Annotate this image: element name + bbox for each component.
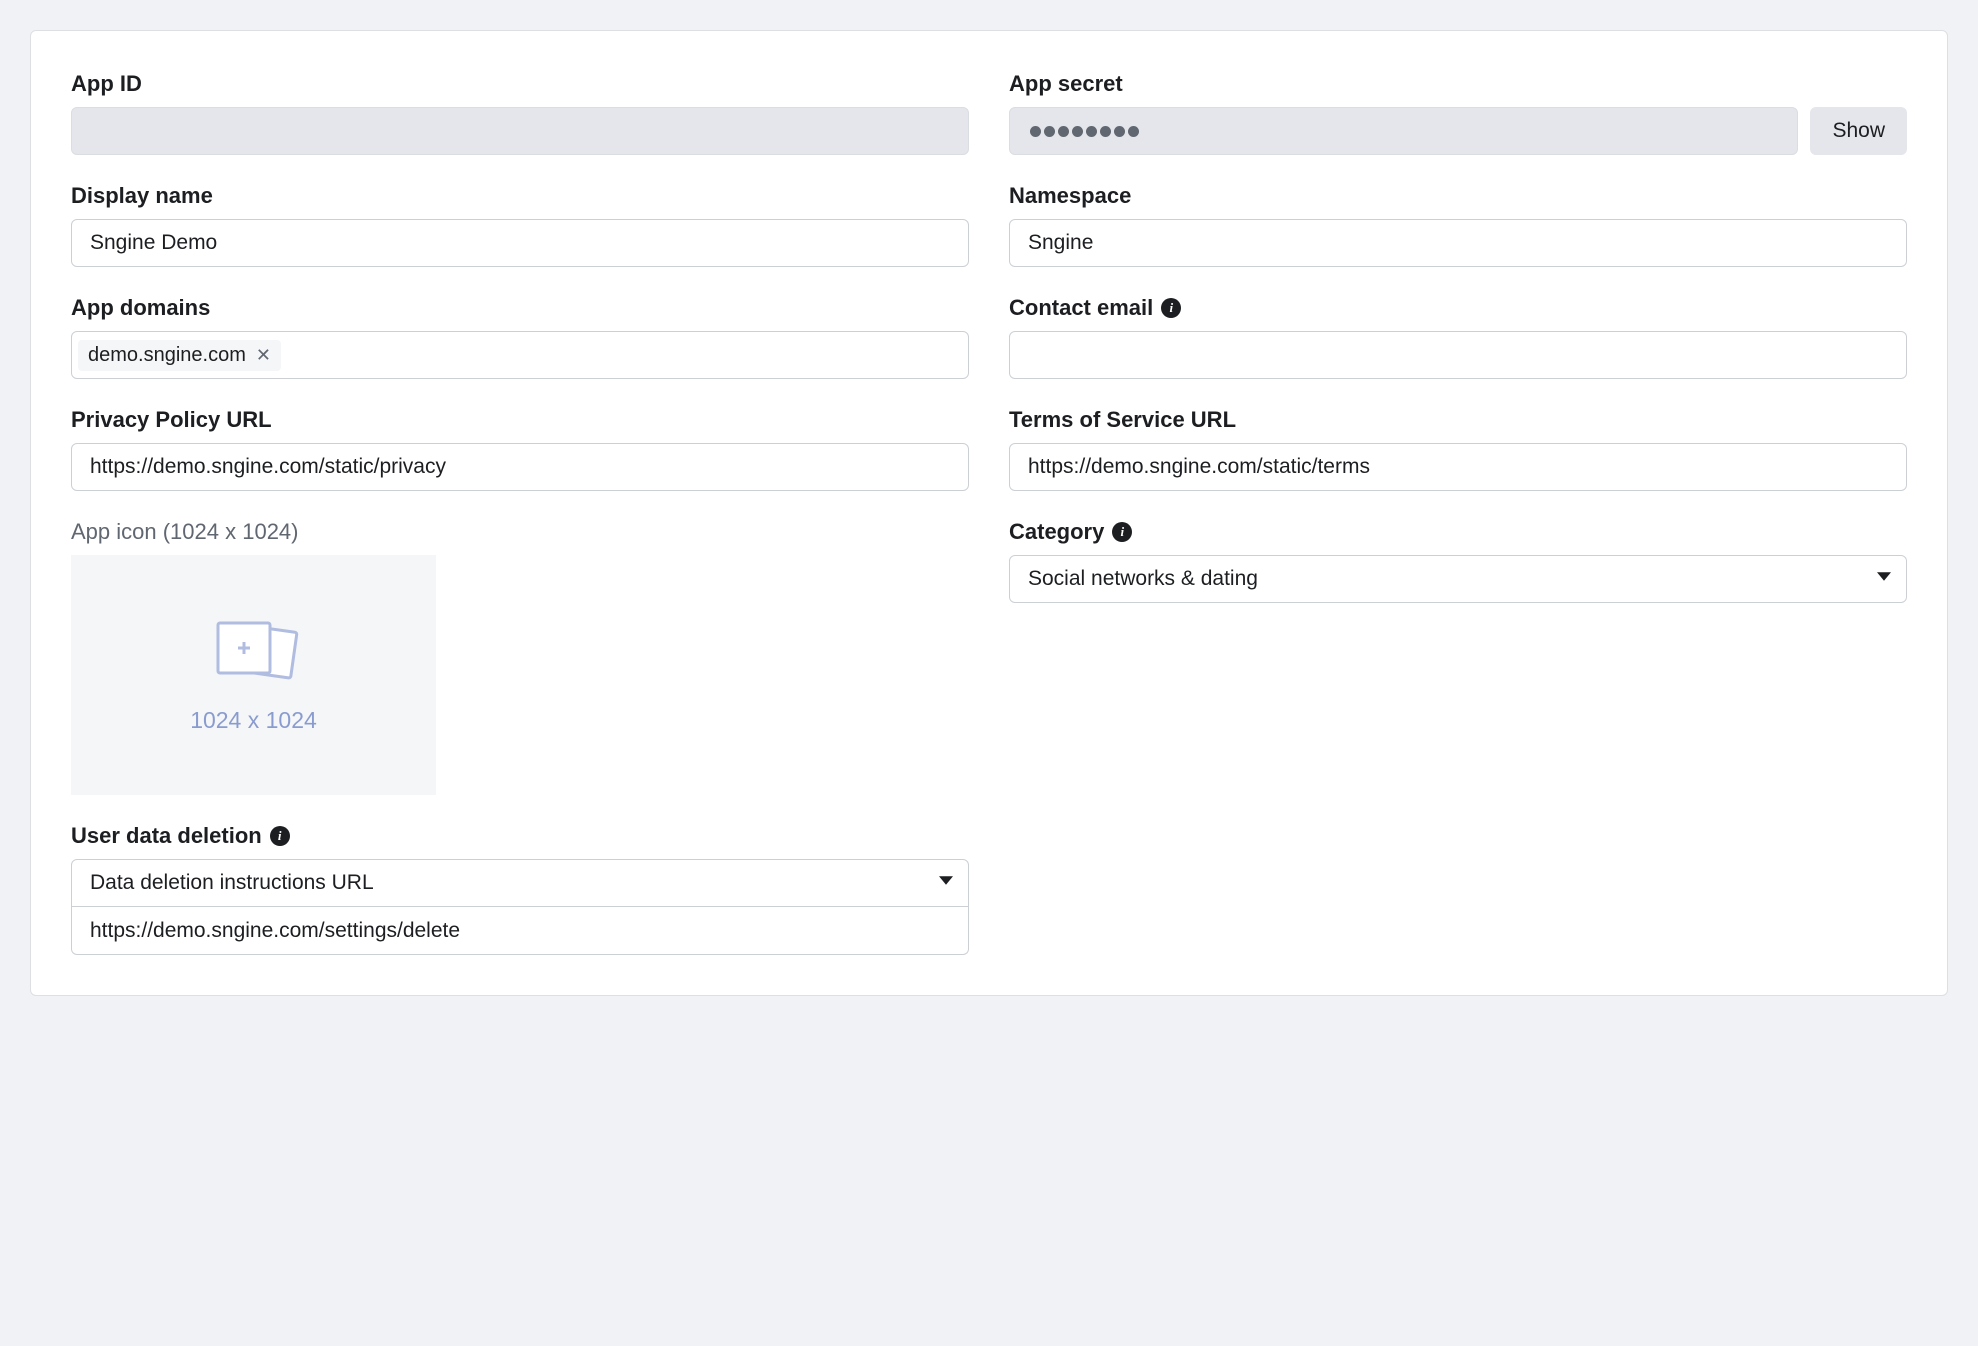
app-icon-field: App icon (1024 x 1024) 1024 x 1024 — [71, 519, 969, 795]
app-id-label: App ID — [71, 71, 969, 97]
terms-url-field: Terms of Service URL — [1009, 407, 1907, 491]
app-domains-field: App domains demo.sngine.com ✕ — [71, 295, 969, 379]
left-lower-column: App icon (1024 x 1024) 1024 x 1024 — [71, 519, 969, 955]
settings-grid: App ID App secret Show D — [71, 71, 1907, 955]
user-data-deletion-url-input[interactable] — [71, 907, 969, 955]
info-icon[interactable]: i — [270, 826, 290, 846]
terms-url-label: Terms of Service URL — [1009, 407, 1907, 433]
app-secret-mask — [1028, 108, 1139, 154]
terms-url-input[interactable] — [1009, 443, 1907, 491]
info-icon[interactable]: i — [1161, 298, 1181, 318]
app-domains-label: App domains — [71, 295, 969, 321]
app-id-value — [71, 107, 969, 155]
app-icon-label: App icon (1024 x 1024) — [71, 519, 969, 545]
display-name-label: Display name — [71, 183, 969, 209]
show-secret-button[interactable]: Show — [1810, 107, 1907, 155]
app-icon-hint: 1024 x 1024 — [190, 707, 317, 734]
domain-chip-remove-icon[interactable]: ✕ — [256, 346, 271, 364]
category-select-wrap — [1009, 555, 1907, 603]
app-secret-value — [1009, 107, 1798, 155]
app-secret-label: App secret — [1009, 71, 1907, 97]
info-icon[interactable]: i — [1112, 522, 1132, 542]
display-name-field: Display name — [71, 183, 969, 267]
app-icon-uploader[interactable]: 1024 x 1024 — [71, 555, 436, 795]
app-secret-row: Show — [1009, 107, 1907, 155]
category-field: Category i — [1009, 519, 1907, 603]
contact-email-input[interactable] — [1009, 331, 1907, 379]
user-data-deletion-field: User data deletion i — [71, 823, 969, 955]
display-name-input[interactable] — [71, 219, 969, 267]
category-label: Category i — [1009, 519, 1907, 545]
namespace-label: Namespace — [1009, 183, 1907, 209]
privacy-url-input[interactable] — [71, 443, 969, 491]
user-data-deletion-label: User data deletion i — [71, 823, 969, 849]
app-secret-field: App secret Show — [1009, 71, 1907, 155]
contact-email-field: Contact email i — [1009, 295, 1907, 379]
contact-email-label: Contact email i — [1009, 295, 1907, 321]
privacy-url-field: Privacy Policy URL — [71, 407, 969, 491]
category-select[interactable] — [1009, 555, 1907, 603]
app-id-field: App ID — [71, 71, 969, 155]
privacy-url-label: Privacy Policy URL — [71, 407, 969, 433]
namespace-field: Namespace — [1009, 183, 1907, 267]
domain-chip: demo.sngine.com ✕ — [78, 340, 281, 371]
settings-panel: App ID App secret Show D — [30, 30, 1948, 996]
right-lower-column: Category i — [1009, 519, 1907, 603]
upload-image-icon — [204, 617, 304, 687]
domain-chip-text: demo.sngine.com — [88, 344, 246, 367]
user-data-deletion-select[interactable] — [71, 859, 969, 907]
namespace-input[interactable] — [1009, 219, 1907, 267]
app-domains-input[interactable]: demo.sngine.com ✕ — [71, 331, 969, 379]
user-data-deletion-select-wrap — [71, 859, 969, 907]
user-data-deletion-inputs — [71, 859, 969, 955]
